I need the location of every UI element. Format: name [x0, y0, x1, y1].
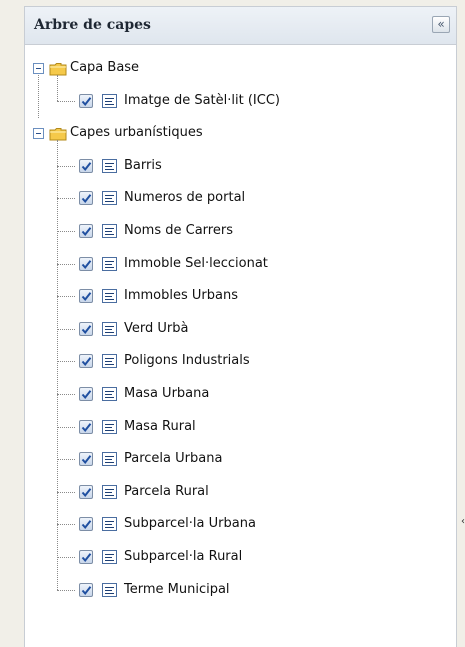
tree-layer-row[interactable]: Parcela Rural — [25, 477, 456, 509]
tree-layer-row[interactable]: Barris — [25, 151, 456, 183]
layer-list-icon — [102, 289, 117, 304]
tree-layer-label: Parcela Rural — [124, 483, 209, 499]
tree-connector — [57, 426, 75, 428]
layer-list-icon — [102, 354, 117, 369]
layer-visibility-checkbox[interactable] — [79, 354, 93, 369]
resize-handle-marker: ‹ — [461, 516, 465, 527]
tree-layer-label: Masa Urbana — [124, 386, 210, 401]
tree-layer-row[interactable]: Numeros de portal — [25, 183, 456, 215]
tree-connector — [57, 198, 75, 200]
layer-visibility-checkbox[interactable] — [79, 484, 93, 499]
layer-visibility-checkbox[interactable] — [79, 419, 93, 434]
tree-connector — [57, 589, 75, 591]
tree-layer-row[interactable]: Immoble Sel·leccionat — [25, 249, 456, 281]
layer-visibility-checkbox[interactable] — [79, 158, 93, 173]
tree-connector — [57, 231, 75, 232]
layer-visibility-checkbox[interactable] — [79, 517, 93, 532]
tree-layer-row[interactable]: Masa Urbana — [25, 379, 456, 411]
layer-tree-panel: Arbre de capes « Capa Base Imatge de Satè… — [24, 6, 457, 647]
tree-layer-row[interactable]: Poligons Industrials — [25, 346, 456, 378]
layer-list-icon — [102, 452, 117, 467]
layer-list-icon — [102, 387, 117, 401]
tree-connector — [57, 100, 75, 102]
collapse-toggle-icon[interactable] — [33, 128, 44, 140]
tree-connector — [57, 263, 75, 265]
layer-visibility-checkbox[interactable] — [79, 93, 93, 108]
layer-visibility-checkbox[interactable] — [79, 224, 93, 238]
tree-connector — [38, 75, 39, 119]
layer-visibility-checkbox[interactable] — [79, 289, 93, 304]
tree-layer-label: Parcela Urbana — [124, 451, 223, 467]
tree-layer-row[interactable]: Parcela Urbana — [25, 444, 456, 476]
tree-layer-label: Noms de Carrers — [124, 223, 233, 238]
tree-layer-row[interactable]: Subparcel·la Urbana — [25, 509, 456, 541]
layer-visibility-checkbox[interactable] — [79, 256, 93, 271]
tree-layer-label: Barris — [124, 157, 162, 173]
tree-connector — [57, 328, 75, 330]
folder-icon — [49, 126, 67, 141]
tree-connector — [57, 491, 75, 493]
layer-list-icon — [102, 224, 117, 238]
layer-list-icon — [102, 484, 117, 499]
tree-layer-label: Verd Urbà — [124, 320, 189, 336]
layer-list-icon — [102, 419, 117, 434]
layer-visibility-checkbox[interactable] — [79, 191, 93, 206]
panel-header: Arbre de capes « — [25, 7, 456, 45]
tree-connector — [57, 165, 75, 167]
tree-layer-label: Numeros de portal — [124, 190, 246, 206]
tree-layer-label: Subparcel·la Urbana — [124, 516, 256, 532]
tree-layer-row[interactable]: Immobles Urbans — [25, 281, 456, 313]
tree-layer-row[interactable]: Verd Urbà — [25, 314, 456, 346]
collapse-toggle-icon[interactable] — [33, 63, 44, 74]
tree-layer-label: Immoble Sel·leccionat — [124, 255, 268, 271]
tree-layer-row[interactable]: Subparcel·la Rural — [25, 542, 456, 574]
tree-connector — [57, 140, 58, 590]
layer-list-icon — [102, 517, 117, 532]
double-chevron-left-icon: « — [437, 17, 445, 31]
tree-connector — [57, 524, 75, 526]
tree-layer-row[interactable]: Imatge de Satèl·lit (ICC) — [25, 86, 456, 118]
tree-layer-label: Imatge de Satèl·lit (ICC) — [124, 92, 280, 108]
tree-layer-label: Masa Rural — [124, 418, 196, 434]
tree-group-label: Capes urbanístiques — [70, 125, 203, 141]
tree-layer-label: Terme Municipal — [124, 581, 230, 597]
tree-connector — [57, 296, 75, 298]
tree-layer-row[interactable]: Noms de Carrers — [25, 216, 456, 248]
layer-list-icon — [102, 582, 117, 597]
layer-list-icon — [102, 191, 117, 206]
tree-layer-label: Subparcel·la Rural — [124, 549, 243, 564]
tree-connector — [57, 394, 75, 395]
tree-connector — [57, 557, 75, 558]
layer-list-icon — [102, 256, 117, 271]
tree-connector — [57, 361, 75, 363]
tree-group-row[interactable]: Capa Base — [25, 53, 456, 85]
tree-layer-row[interactable]: Masa Rural — [25, 412, 456, 444]
layer-visibility-checkbox[interactable] — [79, 387, 93, 401]
folder-icon — [49, 61, 67, 76]
tree-connector — [57, 459, 75, 461]
layer-list-icon — [102, 158, 117, 173]
panel-title: Arbre de capes — [34, 17, 151, 33]
layer-list-icon — [102, 550, 117, 564]
tree-group-row[interactable]: Capes urbanístiques — [25, 118, 456, 150]
tree-layer-label: Immobles Urbans — [124, 288, 238, 304]
layer-list-icon — [102, 93, 117, 108]
tree-layer-row[interactable]: Terme Municipal — [25, 575, 456, 607]
layer-visibility-checkbox[interactable] — [79, 321, 93, 336]
layer-list-icon — [102, 321, 117, 336]
layer-visibility-checkbox[interactable] — [79, 582, 93, 597]
layer-visibility-checkbox[interactable] — [79, 550, 93, 564]
layer-visibility-checkbox[interactable] — [79, 452, 93, 467]
tree-group-label: Capa Base — [70, 60, 140, 75]
tree-layer-label: Poligons Industrials — [124, 353, 250, 369]
collapse-panel-button[interactable]: « — [432, 16, 450, 33]
tree-connector — [57, 75, 58, 101]
